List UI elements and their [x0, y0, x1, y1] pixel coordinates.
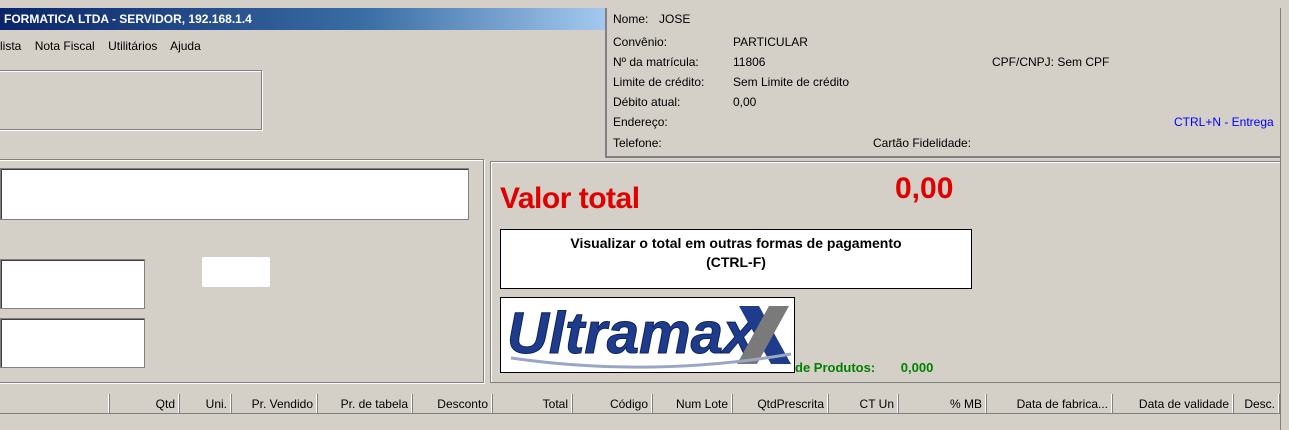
telefone-label: Telefone: [613, 136, 662, 150]
customer-info-panel: Nome: JOSE Convênio: PARTICULAR Nº da ma… [605, 8, 1287, 158]
column-header-desconto[interactable]: Desconto [413, 394, 493, 414]
column-header-data-validade[interactable]: Data de validade [1113, 394, 1234, 414]
column-header-qtd[interactable]: Qtd [110, 394, 180, 414]
nome-value: JOSE [659, 12, 691, 26]
items-grid[interactable]: Qtd Uni. Pr. Vendido Pr. de tabela Desco… [0, 394, 1280, 430]
menu-nota-fiscal[interactable]: Nota Fiscal [35, 39, 95, 53]
small-white-field[interactable] [202, 257, 270, 287]
formas-pagamento-button[interactable]: Visualizar o total em outras formas de p… [500, 229, 972, 289]
column-header-ct-un[interactable]: CT Un [829, 394, 899, 414]
column-header-uni[interactable]: Uni. [180, 394, 232, 414]
valor-total-amount: 0,00 [895, 172, 954, 205]
convenio-label: Convênio: [613, 35, 668, 49]
limite-value: Sem Limite de crédito [733, 75, 850, 89]
endereco-label: Endereço: [613, 115, 668, 129]
nome-label: Nome: [613, 12, 649, 26]
cartao-fidelidade-label: Cartão Fidelidade: [873, 136, 972, 150]
top-left-groupbox [0, 70, 262, 130]
menu-utilitarios[interactable]: Utilitários [108, 39, 157, 53]
produtos-label: de Produtos: [795, 360, 876, 375]
debito-value: 0,00 [733, 95, 757, 109]
column-header-blank [0, 394, 110, 414]
price-input[interactable] [0, 318, 145, 368]
column-header-total[interactable]: Total [493, 394, 573, 414]
valor-total-label: Valor total [500, 182, 640, 215]
column-header-num-lote[interactable]: Num Lote [653, 394, 733, 414]
menu-ajuda[interactable]: Ajuda [170, 39, 201, 53]
produtos-value: 0,000 [900, 360, 934, 375]
cpf-value: CPF/CNPJ: Sem CPF [992, 55, 1110, 69]
menu-bar: lista Nota Fiscal Utilitários Ajuda [0, 36, 211, 56]
convenio-value: PARTICULAR [733, 35, 808, 49]
formas-pagamento-line1: Visualizar o total em outras formas de p… [570, 235, 902, 251]
ultramax-logo-text: Ultramax [507, 301, 758, 366]
grid-body[interactable] [0, 415, 1280, 430]
matricula-value: 11806 [733, 55, 766, 69]
vertical-scrollbar[interactable] [1280, 8, 1289, 430]
debito-label: Débito atual: [613, 95, 681, 109]
menu-lista[interactable]: lista [0, 39, 21, 53]
matricula-label: Nº da matrícula: [613, 55, 699, 69]
column-header-mb[interactable]: % MB [899, 394, 987, 414]
limite-label: Limite de crédito: [613, 75, 705, 89]
column-header-data-fabrica[interactable]: Data de fabrica... [987, 394, 1113, 414]
column-header-qtdprescrita[interactable]: QtdPrescrita [733, 394, 829, 414]
window-title: FORMATICA LTDA - SERVIDOR, 192.168.1.4 [0, 8, 610, 30]
column-header-pr-vendido[interactable]: Pr. Vendido [232, 394, 318, 414]
produtos-counter: de Produtos: 0,000 [795, 360, 933, 375]
ultramax-logo-graphic: Ultramax [507, 301, 792, 369]
column-header-codigo[interactable]: Código [573, 394, 653, 414]
quantity-input[interactable] [0, 259, 145, 309]
product-search-input[interactable] [0, 168, 469, 220]
ultramax-logo: Ultramax [500, 297, 795, 373]
entrega-shortcut[interactable]: CTRL+N - Entrega [1174, 115, 1274, 129]
formas-pagamento-line2: (CTRL-F) [706, 254, 766, 270]
column-header-desc[interactable]: Desc. [1234, 394, 1280, 414]
column-header-pr-tabela[interactable]: Pr. de tabela [318, 394, 413, 414]
